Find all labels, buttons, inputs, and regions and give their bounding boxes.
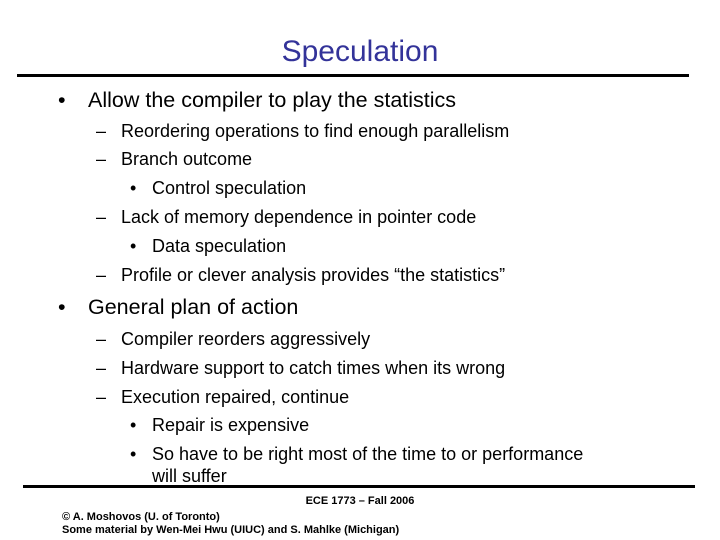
bullet-text: Data speculation	[152, 236, 287, 256]
bullet-text-continuation: will suffer	[152, 466, 227, 486]
footer-course: ECE 1773 – Fall 2006	[305, 495, 415, 507]
bullet-icon: •	[130, 178, 137, 198]
footer-divider	[23, 485, 695, 488]
bullet-text: Profile or clever analysis provides “the…	[121, 265, 506, 285]
footer-copyright: © A. Moshovos (U. of Toronto)	[62, 511, 220, 523]
bullet-text: Repair is expensive	[152, 415, 310, 435]
dash-icon: –	[96, 358, 107, 378]
bullet-icon: •	[130, 236, 137, 256]
bullet-text: Control speculation	[152, 178, 307, 198]
bullet-icon: •	[130, 415, 137, 435]
footer-credits: Some material by Wen-Mei Hwu (UIUC) and …	[62, 524, 400, 536]
bullet-text: Lack of memory dependence in pointer cod…	[121, 207, 477, 227]
dash-icon: –	[96, 265, 107, 285]
dash-icon: –	[96, 207, 107, 227]
bullet-text: General plan of action	[88, 295, 299, 319]
bullet-text: Allow the compiler to play the statistic…	[88, 88, 457, 112]
bullet-text: Execution repaired, continue	[121, 387, 350, 407]
bullet-text: So have to be right most of the time to …	[152, 444, 584, 464]
dash-icon: –	[96, 121, 107, 141]
bullet-text: Hardware support to catch times when its…	[121, 358, 506, 378]
slide-title: Speculation	[281, 35, 439, 68]
title-divider	[17, 74, 689, 77]
bullet-text: Branch outcome	[121, 149, 253, 169]
bullet-text: Reordering operations to find enough par…	[121, 121, 510, 141]
dash-icon: –	[96, 149, 107, 169]
bullet-icon: •	[58, 295, 66, 319]
bullet-icon: •	[130, 444, 137, 464]
bullet-text: Compiler reorders aggressively	[121, 329, 371, 349]
dash-icon: –	[96, 329, 107, 349]
dash-icon: –	[96, 387, 107, 407]
bullet-icon: •	[58, 88, 66, 112]
